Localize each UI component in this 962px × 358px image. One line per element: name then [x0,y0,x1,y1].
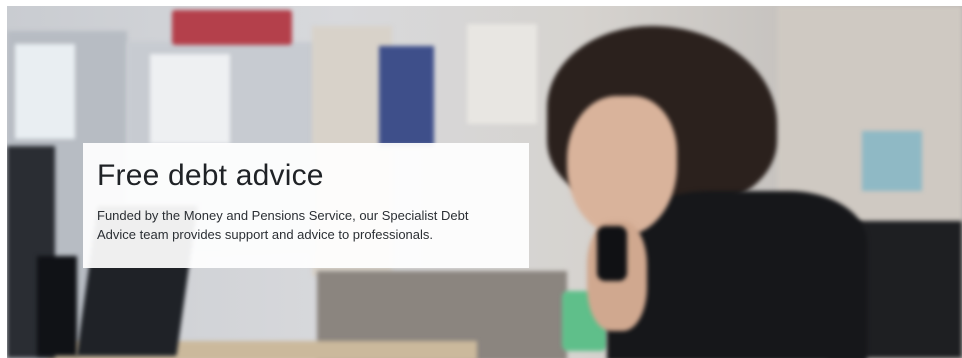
monitor [37,256,77,356]
pinned-paper [15,44,75,139]
notice-board [379,46,434,146]
person-face [567,96,677,236]
hero-card: Free debt advice Funded by the Money and… [83,143,529,268]
notice-board [467,24,537,124]
phone-handset [597,226,627,281]
hero-title: Free debt advice [97,159,324,192]
background-monitor [862,131,922,191]
pinned-paper [150,54,230,144]
hero-description: Funded by the Money and Pensions Service… [97,208,469,242]
storage-box [172,10,292,45]
